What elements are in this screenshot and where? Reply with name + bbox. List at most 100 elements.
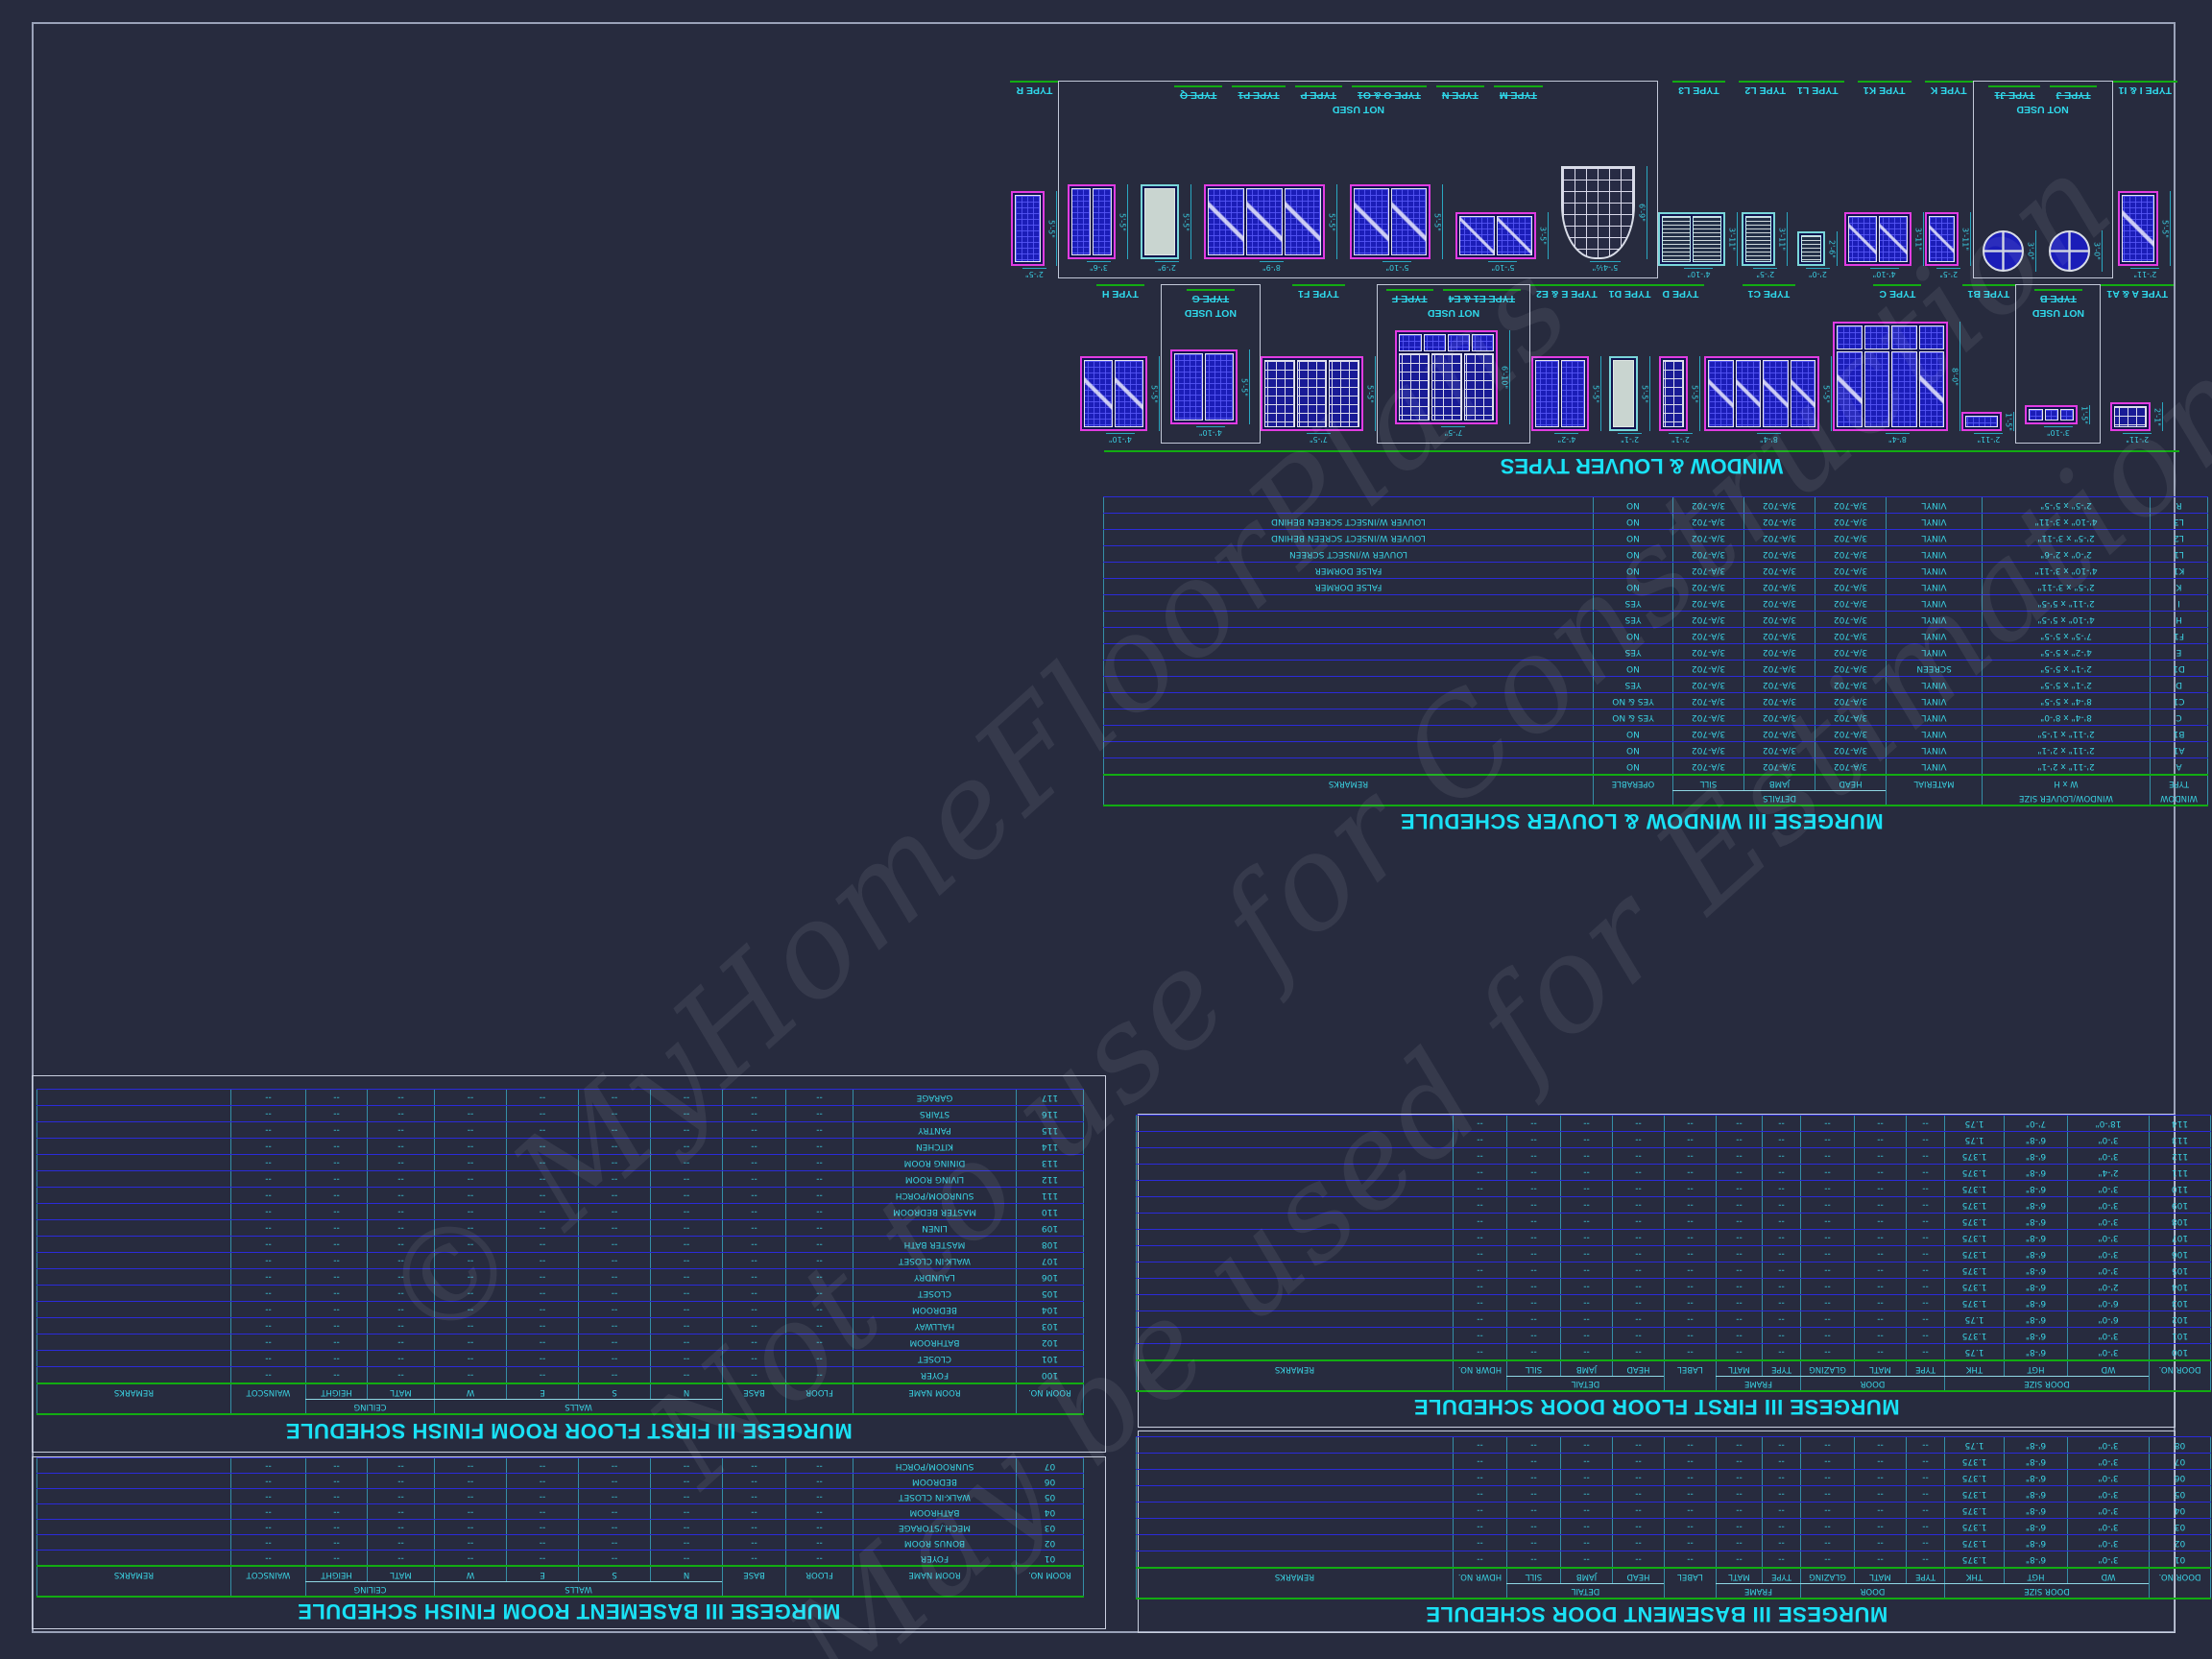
table-row: C8'-4" x 8'-0"VINYL3/A-7023/A-7023/A-702…: [1103, 709, 2207, 726]
basement-room-finish-table: WALLSCEILINGROOM NO.ROOM NAMEFLOORBASENS…: [37, 1458, 1084, 1599]
height-dimension: 5'-5": [2160, 191, 2171, 266]
width-dimension: 5'-10": [1382, 261, 1411, 272]
window-type-label: TYPE F1: [1292, 284, 1345, 301]
table-row: 112LIVING ROOM------------------: [37, 1171, 1084, 1188]
table-row: R2'-5" x 5'-5"VINYL3/A-7023/A-7023/A-702…: [1103, 497, 2207, 514]
width-dimension: 2'-1": [1618, 433, 1642, 444]
window-type-label: TYPE H: [1096, 284, 1144, 301]
window-elevation-glyph: [1350, 184, 1431, 259]
window-type-label: TYPE K1: [1858, 81, 1911, 97]
window-types-row-a-h: 2'-11"2'-1"TYPE A & A13'-10"1'-5"NOT USE…: [1110, 284, 2174, 444]
window-elevation-glyph: [1704, 356, 1819, 431]
window-type: 4'-10"3'-11"TYPE K1: [1844, 81, 1925, 278]
table-row: 1123'-0"6'-8"1.375--------------------: [1136, 1148, 2210, 1165]
window-type: 4'-10"5'-5"TYPE H: [1080, 284, 1161, 444]
not-used-annotation: NOT USED: [2032, 307, 2084, 319]
not-used-group-box: 7'-5"6'-10"NOT USEDTYPE E1 & E4TYPE F: [1377, 284, 1530, 444]
window-type-label: TYPE N: [1436, 85, 1484, 102]
not-used-annotation: NOT USED: [1185, 307, 1237, 319]
table-row: C18'-4" x 5'-5"VINYL3/A-7023/A-7023/A-70…: [1103, 693, 2207, 709]
width-dimension: 7'-5": [1442, 426, 1466, 437]
table-row: 1083'-0"6'-8"1.375--------------------: [1136, 1214, 2210, 1230]
height-dimension: 1'-5": [2080, 405, 2090, 424]
table-row: 100FOYER------------------: [37, 1367, 1084, 1383]
window-type-label: TYPE L1: [1791, 81, 1844, 97]
window-type: 4'-2" 5'-5" TYPE E & E2: [1530, 284, 1603, 444]
table-row: 1026'-0"6'-8"1.75--------------------: [1136, 1311, 2210, 1328]
not-used-group-box: 3'-0"3'-0"NOT USEDTYPE JTYPE J1: [1973, 81, 2113, 278]
table-row: 1003'-0"6'-8"1.75--------------------: [1136, 1344, 2210, 1360]
height-dimension: 5'-5": [1365, 356, 1376, 431]
window-elevation-glyph: [1609, 356, 1638, 431]
table-row: 053'-0"6'-8"1.375--------------------: [1136, 1486, 2210, 1503]
not-used-group-box: 3'-10"1'-5"NOT USEDTYPE B: [2015, 284, 2101, 444]
height-dimension: 5'-5": [1591, 356, 1601, 431]
basement-door-schedule-title: MURGESE III BASEMENT DOOR SCHEDULE: [1139, 1601, 2175, 1626]
window-type: 2'-1"5'-5"TYPE D1: [1603, 284, 1657, 444]
width-dimension: 2'-9": [1155, 261, 1179, 272]
width-dimension: 4'-2": [1554, 433, 1578, 444]
table-row: L22'-5" x 3'-11"VINYL3/A-7023/A-7023/A-7…: [1103, 530, 2207, 546]
window-types-underline: [1104, 450, 2179, 452]
window-type: 2'-11"5'-5"TYPE I & I1: [2113, 81, 2177, 278]
window-elevation-glyph: [1204, 184, 1325, 259]
not-used-annotation: NOT USED: [1174, 104, 1543, 115]
height-dimension: 8'-0": [1950, 322, 1960, 431]
table-row: 033'-0"6'-8"1.375--------------------: [1136, 1519, 2210, 1535]
height-dimension: 3'-11": [1777, 212, 1788, 266]
table-row: 101CLOSET------------------: [37, 1351, 1084, 1367]
width-dimension: 7'-5": [1307, 433, 1331, 444]
table-row: 04BATHROOM------------------: [37, 1504, 1084, 1520]
table-row: 1133'-0"6'-8"1.75--------------------: [1136, 1132, 2210, 1148]
table-row: D12'-1" x 5'-5"SCREEN3/A-7023/A-7023/A-7…: [1103, 661, 2207, 677]
height-dimension: 5'-5": [1432, 184, 1443, 259]
window-elevation-glyph: [1658, 212, 1725, 266]
window-elevation-glyph: [2118, 191, 2158, 266]
not-used-group-box: 5'-4½"6'-9"5'-10"3'-5"5'-10"5'-5"8'-9"5'…: [1058, 81, 1658, 278]
width-dimension: 2'-1": [1669, 433, 1693, 444]
width-dimension: 5'-10": [1488, 261, 1517, 272]
not-used-annotation: NOT USED: [1386, 307, 1521, 319]
table-row: A2'-11" x 2'-1"VINYL3/A-7023/A-7023/A-70…: [1103, 758, 2207, 775]
window-type-label: TYPE K: [1925, 81, 1973, 97]
table-row: L34'-10" x 3'-11"VINYL3/A-7023/A-7023/A-…: [1103, 514, 2207, 530]
window-elevation-glyph: [1261, 356, 1363, 431]
height-dimension: 1'-5": [2004, 412, 2014, 431]
width-dimension: 4'-10": [1684, 268, 1713, 278]
window-type-label: TYPE E & E2: [1530, 284, 1603, 301]
window-elevation-glyph: [1659, 356, 1688, 431]
table-row: 103HALLWAY------------------: [37, 1318, 1084, 1334]
window-elevation-glyph: [1742, 212, 1775, 266]
window-type-label: TYPE R: [1010, 81, 1058, 97]
window-type: 2'-0"2'-6"TYPE L1: [1791, 81, 1844, 278]
height-dimension: 3'-11": [1913, 212, 1924, 266]
window-elevation-glyph: [2049, 230, 2090, 272]
table-row: 043'-0"6'-8"1.375--------------------: [1136, 1503, 2210, 1519]
cad-sheet-stage: MURGESE III BASEMENT DOOR SCHEDULE DOOR …: [0, 0, 2212, 1659]
table-row: 115PANTRY------------------: [37, 1122, 1084, 1139]
table-row: D2'-1" x 5'-5"VINYL3/A-7023/A-7023/A-702…: [1103, 677, 2207, 693]
height-dimension: 5'-5": [1181, 184, 1191, 259]
drawing-sheet-rotated: MURGESE III BASEMENT DOOR SCHEDULE DOOR …: [0, 0, 2212, 1659]
table-row: 110MASTER BEDROOM------------------: [37, 1204, 1084, 1220]
table-row: 1053'-0"6'-8"1.375--------------------: [1136, 1262, 2210, 1279]
window-types-title: WINDOW & LOUVER TYPES: [1104, 453, 2179, 478]
width-dimension: 8'-9": [1260, 261, 1284, 272]
window-type-label: TYPE D: [1656, 284, 1704, 301]
table-row: L12'-0" x 2'-6"VINYL3/A-7023/A-7023/A-70…: [1103, 546, 2207, 563]
window-type-label: TYPE O & O1: [1352, 85, 1427, 102]
height-dimension: 5'-5": [1149, 356, 1160, 431]
window-elevation-glyph: [1170, 349, 1238, 424]
height-dimension: 3'-5": [1538, 212, 1549, 259]
width-dimension: 2'-11": [2130, 268, 2159, 278]
first-floor-door-schedule-table: DOOR SIZEDOORFRAMEDETAILDOOR NO.WDHGTTHK…: [1137, 1116, 2211, 1393]
height-dimension: 5'-5": [1327, 184, 1337, 259]
window-elevation-glyph: [2025, 405, 2078, 424]
basement-door-schedule-block: MURGESE III BASEMENT DOOR SCHEDULE DOOR …: [1138, 1431, 2176, 1633]
height-dimension: 5'-5": [1118, 184, 1128, 259]
table-row: F17'-5" x 5'-5"VINYL3/A-7023/A-7023/A-70…: [1103, 628, 2207, 644]
height-dimension: 6'-10": [1500, 330, 1510, 424]
table-row: B12'-11" x 1'-5"VINYL3/A-7023/A-7023/A-7…: [1103, 726, 2207, 742]
table-row: 1036'-0"6'-8"1.375--------------------: [1136, 1295, 2210, 1311]
table-row: K2'-5" x 3'-11"VINYL3/A-7023/A-7023/A-70…: [1103, 579, 2207, 595]
